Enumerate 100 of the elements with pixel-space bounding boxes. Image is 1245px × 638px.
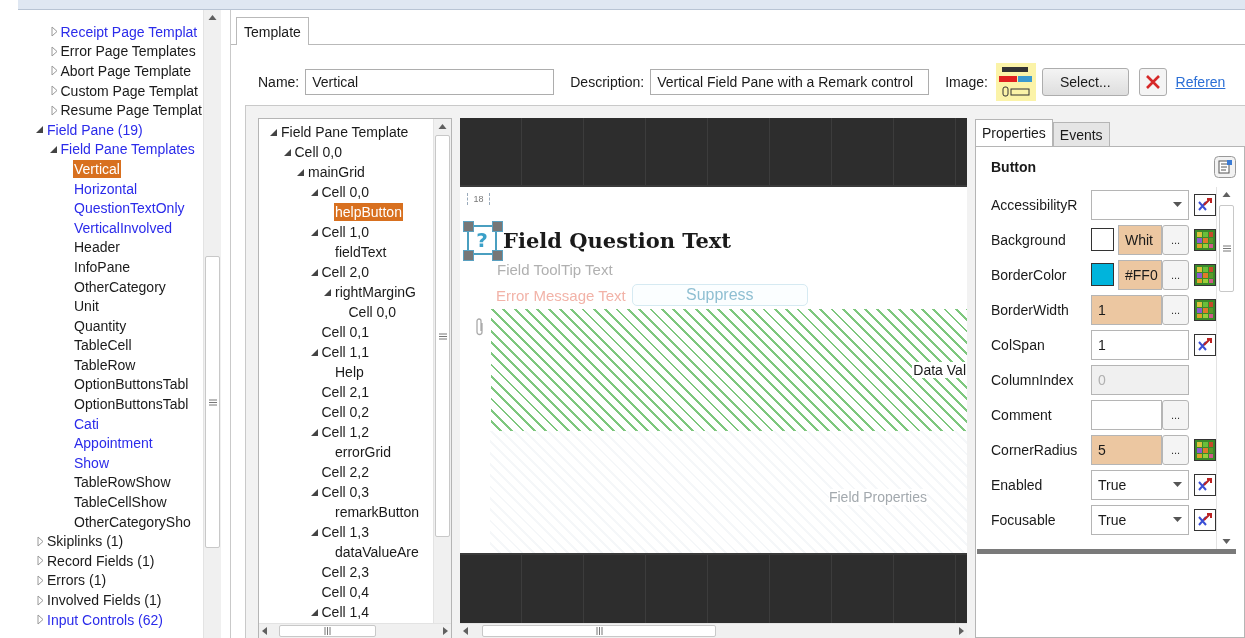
tree-item[interactable]: Field Pane (19) (46, 120, 144, 139)
resize-handle[interactable] (492, 221, 503, 232)
tree-item[interactable]: Cell 1,2 (320, 423, 370, 441)
browse-button[interactable]: ... (1162, 259, 1189, 290)
tree-item[interactable]: Cell 0,0 (347, 303, 397, 321)
resize-handle[interactable] (492, 250, 503, 261)
tree-item[interactable]: Cell 0,0 (320, 183, 370, 201)
tree-item[interactable]: Skiplinks (1) (46, 532, 125, 551)
tree-item[interactable]: TableRowShow (73, 473, 172, 492)
delete-button[interactable] (1138, 68, 1167, 96)
reset-icon[interactable] (1194, 473, 1216, 496)
dropdown-arrow-icon[interactable] (1173, 201, 1182, 208)
property-pages-icon[interactable] (1214, 156, 1236, 178)
tree-item[interactable]: Field Pane Template (280, 123, 410, 141)
select-button[interactable]: Select... (1041, 68, 1129, 96)
tab[interactable]: Events (1052, 122, 1110, 146)
color-grid-icon[interactable] (1194, 263, 1216, 286)
tab[interactable]: Template (236, 17, 309, 45)
tab[interactable]: Properties (975, 119, 1053, 146)
tree-item[interactable]: fieldText (334, 243, 388, 261)
scrollbar-thumb[interactable] (279, 625, 376, 637)
tree-item[interactable]: OtherCategory (73, 277, 167, 296)
vertical-scrollbar[interactable] (433, 119, 451, 623)
scrollbar-thumb[interactable] (1219, 205, 1234, 292)
tree-item[interactable]: mainGrid (307, 163, 366, 181)
input-field[interactable]: Whit (1118, 224, 1162, 255)
color-swatch[interactable] (1091, 263, 1114, 286)
tree-item[interactable]: TableRow (73, 355, 137, 374)
tree-item[interactable]: TableCellShow (73, 493, 168, 512)
scrollbar-thumb[interactable] (482, 625, 716, 637)
reset-icon[interactable] (1194, 508, 1216, 531)
tree-item[interactable]: Cell 0,4 (320, 583, 370, 601)
reset-icon[interactable] (1194, 193, 1216, 216)
reset-icon[interactable] (1194, 333, 1216, 356)
tree-item[interactable]: Quantity (73, 316, 128, 335)
scrollbar-thumb[interactable] (205, 256, 220, 548)
browse-button[interactable]: ... (1162, 224, 1189, 255)
tree-item[interactable]: Errors (1) (46, 571, 108, 590)
tree-item[interactable]: Cell 0,2 (320, 403, 370, 421)
tree-item[interactable]: Show (73, 453, 111, 472)
tree-item[interactable]: Involved Fields (1) (46, 591, 163, 609)
tree-item[interactable]: Custom Page Templat (59, 81, 199, 100)
input-field[interactable]: 5 (1091, 434, 1162, 465)
tree-item[interactable]: Cell 2,1 (320, 383, 370, 401)
tree-item[interactable]: Resume Page Templat (59, 101, 203, 120)
color-swatch[interactable] (1091, 228, 1114, 251)
color-grid-icon[interactable] (1194, 228, 1216, 251)
tree-item[interactable]: Cell 2,3 (320, 563, 370, 581)
dropdown-field[interactable]: True (1091, 469, 1189, 500)
tree-item[interactable]: Cell 1,4 (320, 603, 370, 621)
tree-item[interactable]: Cell 1,1 (320, 343, 370, 361)
resize-handle[interactable] (463, 221, 474, 232)
tree-item[interactable]: Record Fields (1) (46, 551, 156, 570)
tree-item[interactable]: Cell 0,1 (320, 323, 370, 341)
browse-button[interactable]: ... (1162, 399, 1189, 430)
color-grid-icon[interactable] (1194, 298, 1216, 321)
tree-item[interactable]: Cell 0,0 (293, 143, 343, 161)
tree-item[interactable]: Error Page Templates (59, 42, 197, 61)
dropdown-field[interactable] (1091, 189, 1189, 220)
tree-item[interactable]: QuestionTextOnly (73, 199, 186, 218)
name-field[interactable]: Vertical (305, 69, 555, 95)
dropdown-arrow-icon[interactable] (1173, 481, 1182, 488)
color-grid-icon[interactable] (1194, 438, 1216, 461)
tree-item[interactable]: Cell 2,0 (320, 263, 370, 281)
tree-item[interactable]: Field Pane Templates (59, 140, 196, 159)
tree-item[interactable]: Header (73, 238, 121, 257)
input-field[interactable] (1091, 399, 1162, 430)
tree-item[interactable]: OtherCategorySho (73, 512, 192, 531)
dropdown-arrow-icon[interactable] (1173, 516, 1182, 523)
tree-item[interactable]: errorGrid (334, 443, 392, 461)
tree-item[interactable]: Cell 1,3 (320, 523, 370, 541)
tree-item[interactable]: OptionButtonsTabl (73, 395, 190, 414)
tree-item[interactable]: Input Controls (62) (46, 610, 164, 629)
tree-item[interactable]: InfoPane (73, 257, 132, 276)
browse-button[interactable]: ... (1162, 434, 1189, 465)
tree-item[interactable]: OptionButtonsTabl (73, 375, 190, 394)
tree-item[interactable]: Abort Page Template (59, 62, 192, 80)
tree-item[interactable]: dataValueAre (334, 543, 420, 561)
tree-item[interactable]: Help (334, 363, 365, 381)
tree-item[interactable]: rightMarginG (334, 283, 417, 301)
horizontal-scrollbar[interactable] (259, 623, 451, 638)
scrollbar-thumb[interactable] (435, 135, 450, 537)
tree-item[interactable]: Cell 0,3 (320, 483, 370, 501)
vertical-scrollbar[interactable] (203, 10, 221, 638)
input-field[interactable]: #FF0 (1118, 259, 1162, 290)
input-field[interactable]: 1 (1091, 294, 1162, 325)
dropdown-field[interactable]: True (1091, 504, 1189, 535)
paperclip-icon[interactable] (475, 317, 485, 337)
tree-item[interactable]: Unit (73, 297, 100, 316)
tree-item[interactable]: Cell 1,0 (320, 223, 370, 241)
tree-item[interactable]: remarkButton (334, 503, 421, 521)
tree-item[interactable]: Appointment (73, 434, 154, 453)
tree-item[interactable]: Receipt Page Templat (59, 22, 199, 41)
tree-item[interactable]: Cell 2,2 (320, 463, 370, 481)
description-field[interactable]: Vertical Field Pane with a Remark control (650, 69, 930, 95)
input-field[interactable]: 1 (1091, 329, 1189, 360)
tree-item[interactable]: Horizontal (73, 179, 139, 198)
browse-button[interactable]: ... (1162, 294, 1189, 325)
tree-item[interactable]: Cati (73, 414, 100, 433)
resize-handle[interactable] (463, 250, 474, 261)
